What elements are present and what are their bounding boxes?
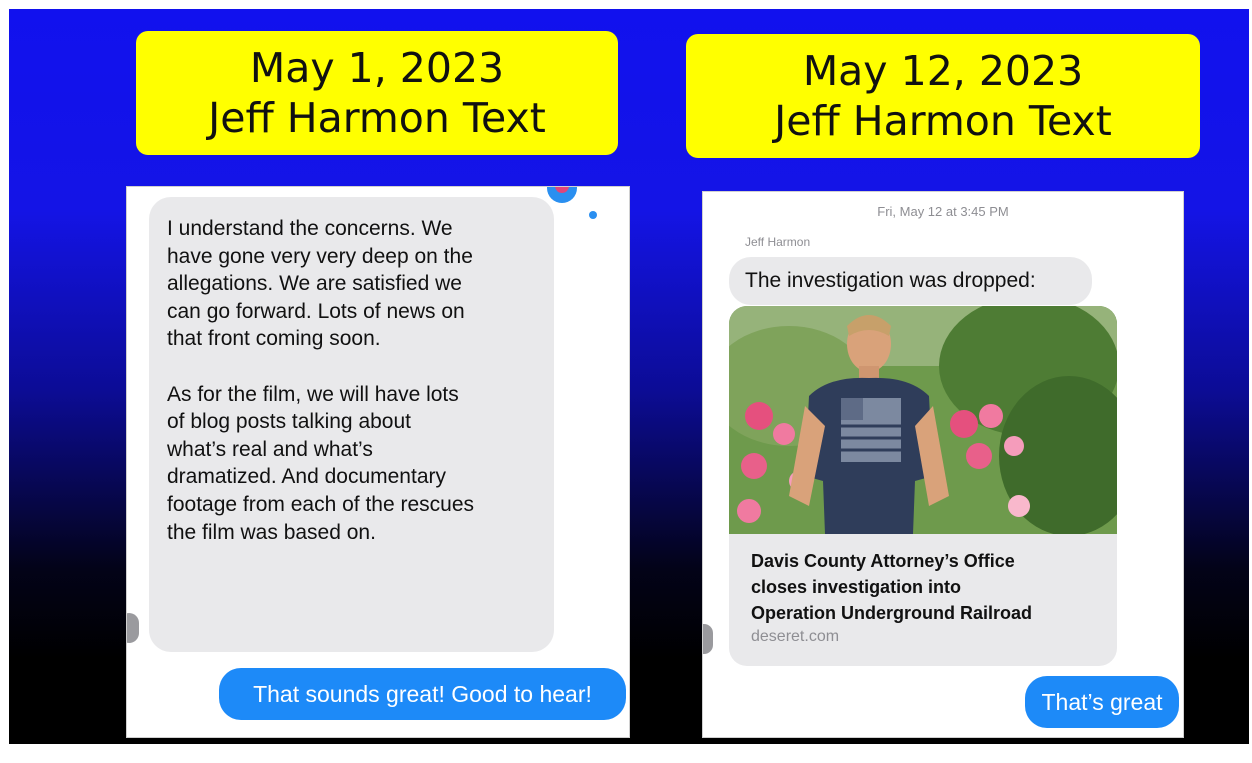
outgoing-reply-bubble: That’s great <box>1025 676 1179 728</box>
reaction-tail-icon <box>589 211 597 219</box>
article-photo <box>729 306 1117 534</box>
right-title-box: May 12, 2023 Jeff Harmon Text <box>686 34 1200 158</box>
incoming-message-bubble: I understand the concerns. We have gone … <box>149 197 554 652</box>
scroll-edge-icon <box>127 613 139 643</box>
link-preview-card[interactable]: Davis County Attorney’s Office closes in… <box>729 306 1117 666</box>
right-message-screenshot: Fri, May 12 at 3:45 PM Jeff Harmon The i… <box>702 191 1184 738</box>
article-photo-image <box>729 306 1117 534</box>
link-preview-title: Davis County Attorney’s Office closes in… <box>751 551 1033 623</box>
outgoing-reply-text: That sounds great! Good to hear! <box>253 680 592 707</box>
left-title-subtitle: Jeff Harmon Text <box>208 94 546 142</box>
left-message-screenshot: I understand the concerns. We have gone … <box>126 186 630 738</box>
right-title-subtitle: Jeff Harmon Text <box>774 97 1112 145</box>
scroll-edge-icon <box>703 624 713 654</box>
incoming-message-bubble: The investigation was dropped: <box>729 257 1092 305</box>
sender-name: Jeff Harmon <box>745 235 811 249</box>
link-preview-domain: deseret.com <box>751 628 840 645</box>
incoming-message-text: The investigation was dropped: <box>745 269 1036 292</box>
right-title-date: May 12, 2023 <box>802 47 1084 95</box>
left-title-date: May 1, 2023 <box>249 44 505 92</box>
left-title-box: May 1, 2023 Jeff Harmon Text <box>136 31 618 155</box>
message-timestamp: Fri, May 12 at 3:45 PM <box>877 204 1009 219</box>
incoming-message-text: I understand the concerns. We have gone … <box>167 217 475 544</box>
slide-background: May 1, 2023 Jeff Harmon Text May 12, 202… <box>9 9 1249 744</box>
outgoing-reply-bubble: That sounds great! Good to hear! <box>219 668 626 720</box>
outgoing-reply-text: That’s great <box>1041 688 1163 715</box>
